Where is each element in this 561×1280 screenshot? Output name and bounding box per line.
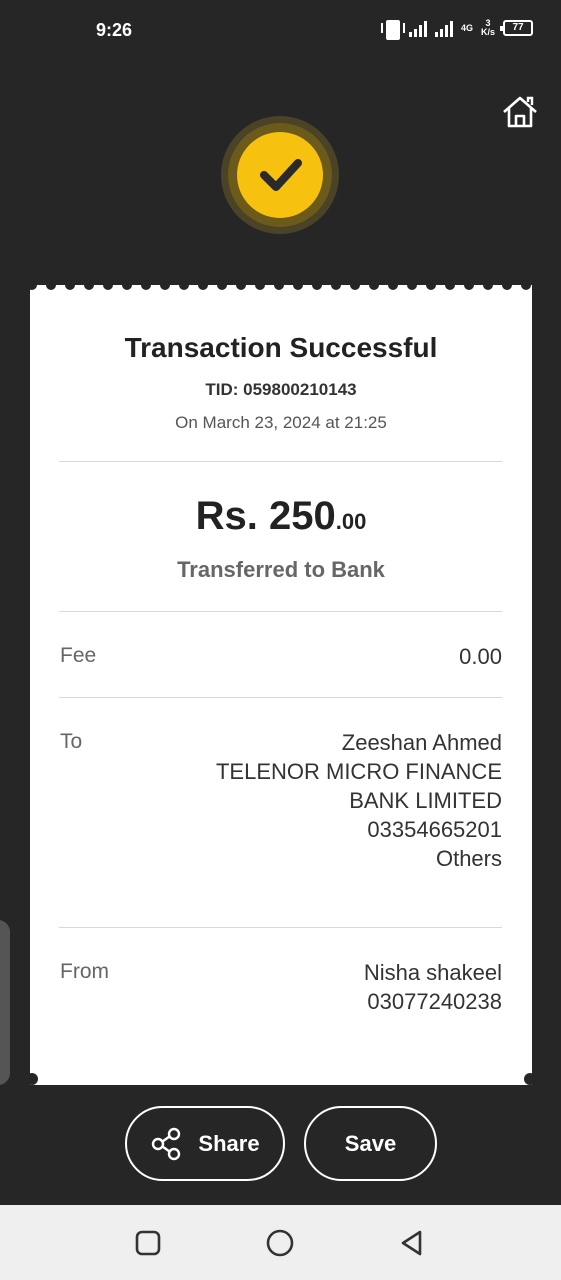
nav-home-button[interactable] [264,1227,296,1259]
share-icon [152,1127,181,1160]
divider [59,927,502,928]
transaction-date: On March 23, 2024 at 21:25 [175,413,387,432]
transfer-type: Transferred to Bank [177,557,385,582]
divider [59,461,502,462]
to-bank-line-1: TELENOR MICRO FINANCE [215,759,502,784]
from-details: Nisha shakeel 03077240238 [364,958,502,1016]
divider [59,697,502,698]
amount: Rs. 250.00 [30,494,532,539]
transaction-id: TID: 059800210143 [205,380,357,399]
receipt-notch-left [26,1073,38,1085]
recent-apps-button[interactable] [132,1227,164,1259]
nav-home-icon [266,1229,294,1257]
recent-apps-icon [135,1230,161,1256]
home-button[interactable] [500,92,540,132]
save-button[interactable]: Save [304,1106,437,1181]
success-badge [221,116,339,234]
status-time: 9:26 [96,20,133,40]
from-name: Nisha shakeel [363,960,502,985]
amount-main: Rs. 250 [195,494,336,538]
battery-icon: 77 [500,20,533,36]
amount-cents: .00 [335,509,367,534]
to-bank-line-2: BANK LIMITED [349,788,502,813]
network-speed: 3 K/s [481,19,495,37]
receipt-scallop-edge [30,282,531,290]
check-icon [260,159,302,191]
signal-icon-2 [434,19,453,37]
to-account: 03354665201 [367,817,502,842]
save-label: Save [344,1130,397,1156]
from-account: 03077240238 [367,989,502,1014]
fee-value: 0.00 [459,644,502,669]
signal-icon [408,19,427,37]
share-button[interactable]: Share [125,1106,285,1181]
to-name: Zeeshan Ahmed [341,730,502,755]
status-icons: 4G 3 K/s 77 [380,18,533,40]
to-details: Zeeshan Ahmed TELENOR MICRO FINANCE BANK… [216,728,502,873]
share-label: Share [198,1130,260,1156]
page-title: Transaction Successful [124,332,438,363]
back-button[interactable] [396,1227,428,1259]
system-nav-bar [0,1205,561,1280]
to-label: To [60,730,83,753]
status-bar: 9:26 4G 3 K/s 77 [0,0,561,64]
back-icon [401,1230,422,1256]
vibrate-icon [380,18,405,40]
from-label: From [60,960,109,983]
fee-label: Fee [60,644,97,667]
edge-panel-handle[interactable] [0,920,10,1085]
network-type-badge: 4G [460,22,473,33]
to-purpose: Others [435,846,502,871]
receipt-notch-right [524,1073,536,1085]
network-speed-unit: K/s [480,27,495,37]
divider [59,611,502,612]
home-icon [503,96,537,128]
